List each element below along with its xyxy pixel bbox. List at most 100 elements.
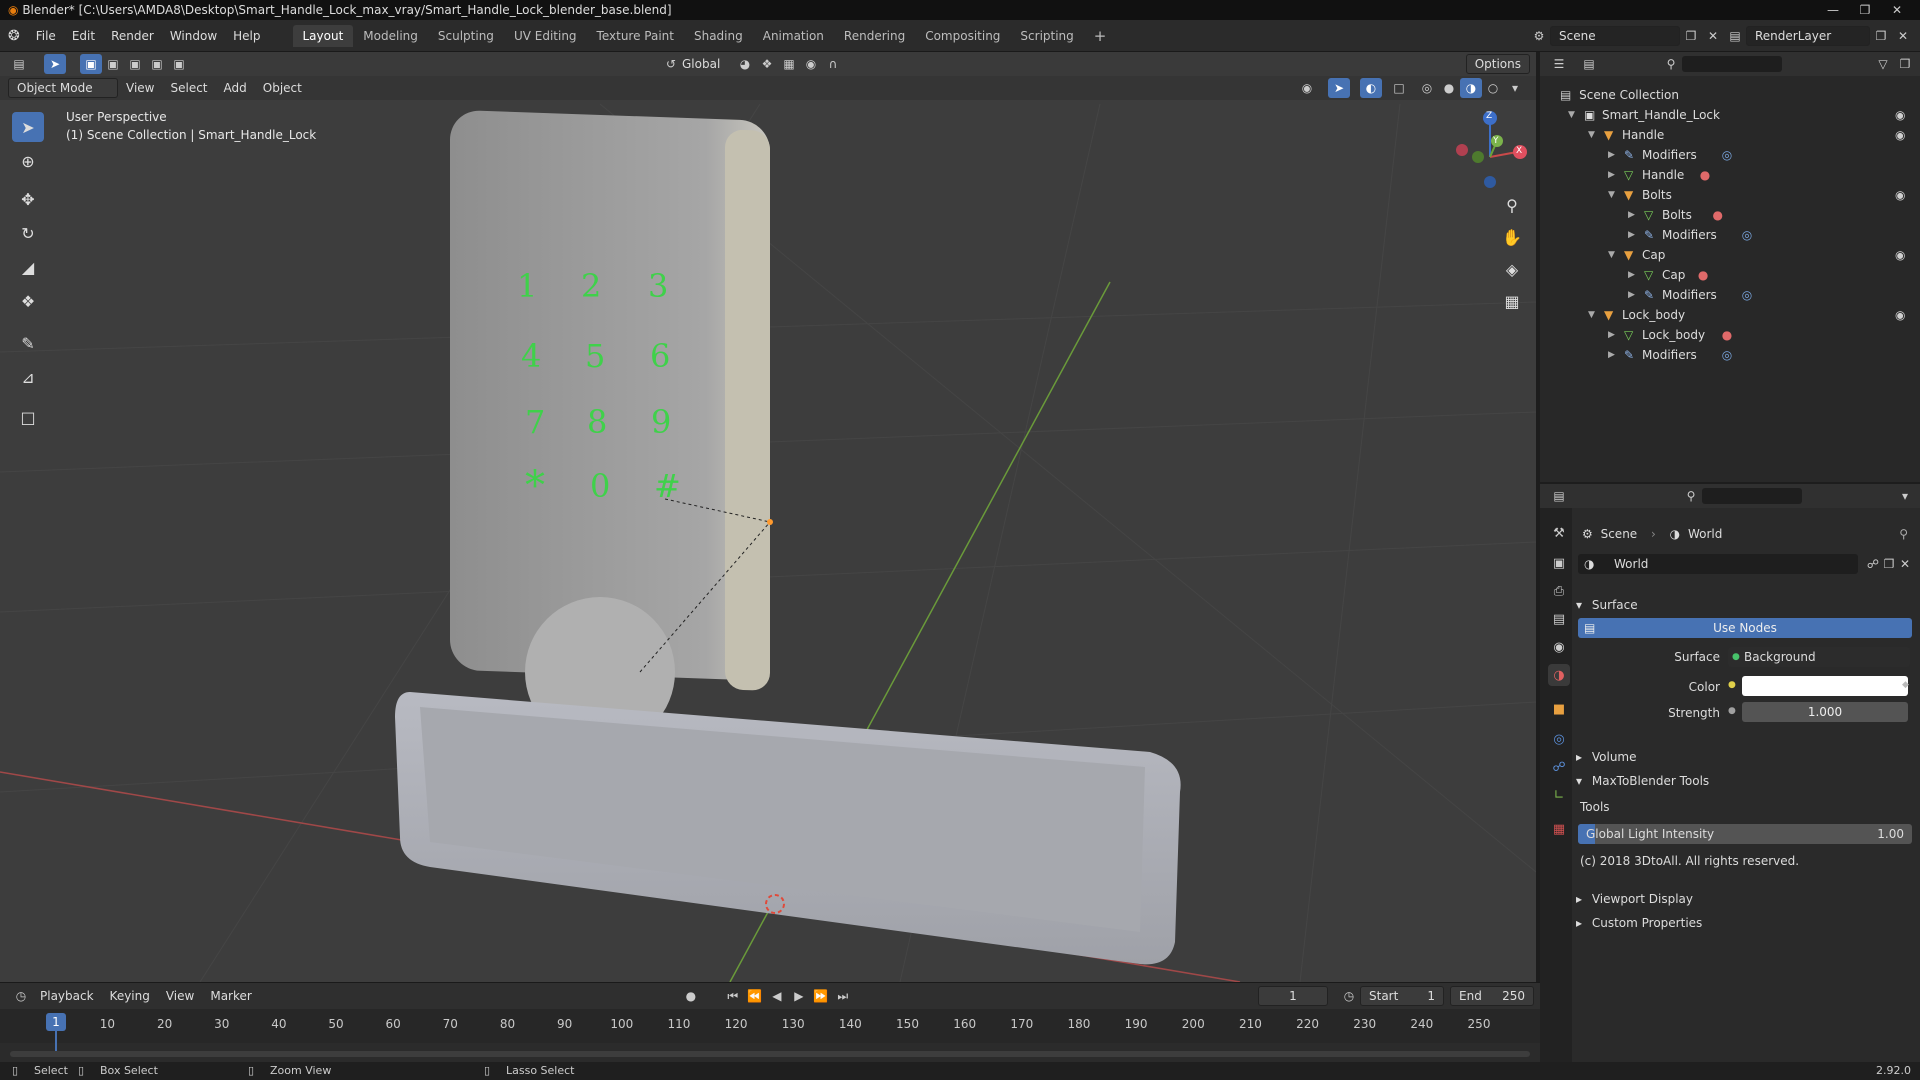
tab-sculpting[interactable]: Sculpting (428, 25, 504, 47)
view-layer-tab-icon[interactable]: ▤ (1548, 608, 1570, 630)
zoom-icon[interactable]: ⚲ (1496, 190, 1528, 220)
move-tool-icon[interactable]: ✥ (12, 184, 44, 214)
filter-icon[interactable]: ▽ (1872, 54, 1894, 74)
scene-icon[interactable]: ⚙ (1528, 26, 1550, 46)
chevron-right-icon[interactable]: ▶ (1608, 325, 1615, 345)
viewport-display-panel-header[interactable]: ▸ Viewport Display (1576, 888, 1912, 910)
camera-view-icon[interactable]: ◈ (1496, 254, 1528, 284)
chevron-right-icon[interactable]: ▶ (1628, 285, 1635, 305)
chevron-right-icon[interactable]: ▶ (1628, 225, 1635, 245)
add-cube-tool-icon[interactable]: □ (12, 402, 44, 432)
render-tab-icon[interactable]: ▣ (1548, 552, 1570, 574)
outliner-scene-collection[interactable]: ▤ Scene Collection (1560, 85, 1679, 105)
scene-field[interactable]: Scene (1550, 25, 1680, 46)
tab-uv-editing[interactable]: UV Editing (504, 25, 587, 47)
playhead[interactable]: 1 (46, 1013, 66, 1031)
data-tab-icon[interactable]: ∟ (1548, 784, 1570, 806)
close-icon[interactable]: ✕ (1882, 0, 1912, 20)
menu-file[interactable]: File (28, 29, 64, 43)
tool-tab-icon[interactable]: ⚒ (1548, 522, 1570, 544)
outliner-editor-icon[interactable]: ☰ (1548, 54, 1570, 74)
measure-tool-icon[interactable]: ⊿ (12, 362, 44, 392)
minimize-icon[interactable]: — (1818, 0, 1848, 20)
play-reverse-icon[interactable]: ◀ (766, 986, 788, 1006)
maxtoblender-panel-header[interactable]: ▾ MaxToBlender Tools (1576, 770, 1912, 792)
start-frame-field[interactable]: Start 1 (1360, 986, 1444, 1006)
outliner-row[interactable]: ▶ ✎ Modifiers ◎ (1540, 345, 1920, 365)
menu-render[interactable]: Render (103, 29, 162, 43)
pin-icon[interactable]: ⚲ (1899, 524, 1908, 544)
menu-help[interactable]: Help (225, 29, 268, 43)
timeline-menu-keying[interactable]: Keying (102, 989, 158, 1003)
menu-edit[interactable]: Edit (64, 29, 103, 43)
chevron-down-icon[interactable]: ▼ (1568, 105, 1575, 125)
render-layer-icon[interactable]: ▤ (1724, 26, 1746, 46)
object-tab-icon[interactable]: ■ (1548, 698, 1570, 720)
chevron-right-icon[interactable]: ▶ (1628, 265, 1635, 285)
constraints-tab-icon[interactable]: ☍ (1548, 756, 1570, 778)
annotate-tool-icon[interactable]: ✎ (12, 328, 44, 358)
outliner-search-input[interactable] (1682, 56, 1782, 72)
outliner-row[interactable]: ▶ ▽ Cap ● (1540, 265, 1920, 285)
world-selector[interactable]: ◑ World (1578, 554, 1858, 574)
blender-menu-icon[interactable]: ❂ (0, 28, 28, 44)
unlink-world-icon[interactable]: ✕ (1894, 554, 1916, 574)
outliner-row[interactable]: ▼ ▼ Bolts ◉ (1540, 185, 1920, 205)
rotate-tool-icon[interactable]: ↻ (12, 218, 44, 248)
properties-editor-icon[interactable]: ▤ (1548, 486, 1570, 506)
play-icon[interactable]: ▶ (788, 986, 810, 1006)
3d-viewport[interactable]: ▤ ➤ ▣ ▣ ▣ ▣ ▣ ↺ Global ◕ ❖ ▦ ◉ ∩ Options… (0, 52, 1536, 982)
maximize-icon[interactable]: ❐ (1850, 0, 1880, 20)
jump-end-icon[interactable]: ⏭ (832, 986, 854, 1006)
display-mode-icon[interactable]: ▤ (1578, 54, 1600, 74)
chevron-right-icon[interactable]: ▶ (1608, 345, 1615, 365)
visibility-eye-icon[interactable]: ◉ (1895, 125, 1905, 145)
physics-tab-icon[interactable]: ◎ (1548, 728, 1570, 750)
timeline-editor-icon[interactable]: ◷ (10, 986, 32, 1006)
outliner-row[interactable]: ▶ ▽ Bolts ● (1540, 205, 1920, 225)
outliner-row[interactable]: ▼ ▼ Handle ◉ (1540, 125, 1920, 145)
visibility-eye-icon[interactable]: ◉ (1895, 245, 1905, 265)
outliner-row[interactable]: ▼ ▼ Cap ◉ (1540, 245, 1920, 265)
properties-search-input[interactable] (1702, 488, 1802, 504)
jump-keyframe-forward-icon[interactable]: ⏩ (810, 986, 832, 1006)
output-tab-icon[interactable]: ⎙ (1548, 580, 1570, 602)
visibility-eye-icon[interactable]: ◉ (1895, 305, 1905, 325)
tab-rendering[interactable]: Rendering (834, 25, 915, 47)
new-layer-icon[interactable]: ❐ (1870, 26, 1892, 46)
outliner-search-icon[interactable]: ⚲ (1660, 54, 1682, 74)
outliner-row[interactable]: ▶ ▽ Handle ● (1540, 165, 1920, 185)
delete-layer-icon[interactable]: ✕ (1892, 26, 1914, 46)
outliner-row[interactable]: ▶ ✎ Modifiers ◎ (1540, 285, 1920, 305)
scene-tab-icon[interactable]: ◉ (1548, 636, 1570, 658)
jump-keyframe-back-icon[interactable]: ⏪ (744, 986, 766, 1006)
chevron-down-icon[interactable]: ▼ (1608, 245, 1615, 265)
scale-tool-icon[interactable]: ◢ (12, 252, 44, 282)
world-tab-icon[interactable]: ◑ (1548, 664, 1570, 686)
transform-tool-icon[interactable]: ❖ (12, 286, 44, 316)
new-scene-icon[interactable]: ❐ (1680, 26, 1702, 46)
volume-panel-header[interactable]: ▸ Volume (1576, 746, 1912, 768)
chevron-right-icon[interactable]: ▶ (1608, 145, 1615, 165)
tab-shading[interactable]: Shading (684, 25, 753, 47)
chevron-right-icon[interactable]: ▶ (1628, 205, 1635, 225)
stopwatch-icon[interactable]: ◷ (1338, 986, 1360, 1006)
record-icon[interactable]: ● (680, 986, 702, 1006)
outliner-row[interactable]: ▼ ▼ Lock_body ◉ (1540, 305, 1920, 325)
render-layer-field[interactable]: RenderLayer (1746, 25, 1870, 46)
end-frame-field[interactable]: End 250 (1450, 986, 1534, 1006)
timeline-scrollbar[interactable] (10, 1051, 1530, 1057)
add-workspace-icon[interactable]: + (1084, 23, 1117, 49)
jump-start-icon[interactable]: ⏮ (722, 986, 744, 1006)
global-light-intensity-slider[interactable]: Global Light Intensity 1.00 (1578, 824, 1912, 844)
tab-layout[interactable]: Layout (292, 24, 354, 47)
timeline-menu-playback[interactable]: Playback (32, 989, 102, 1003)
strength-field[interactable]: 1.000 (1742, 702, 1908, 722)
chevron-down-icon[interactable]: ▼ (1588, 305, 1595, 325)
select-box-tool-icon[interactable]: ➤ (12, 112, 44, 142)
color-keyframe-icon[interactable]: ◆ (1902, 680, 1909, 690)
outliner-row[interactable]: ▶ ✎ Modifiers ◎ (1540, 145, 1920, 165)
visibility-eye-icon[interactable]: ◉ (1895, 105, 1905, 125)
timeline-menu-marker[interactable]: Marker (202, 989, 259, 1003)
use-nodes-button[interactable]: ▤ Use Nodes (1578, 618, 1912, 638)
